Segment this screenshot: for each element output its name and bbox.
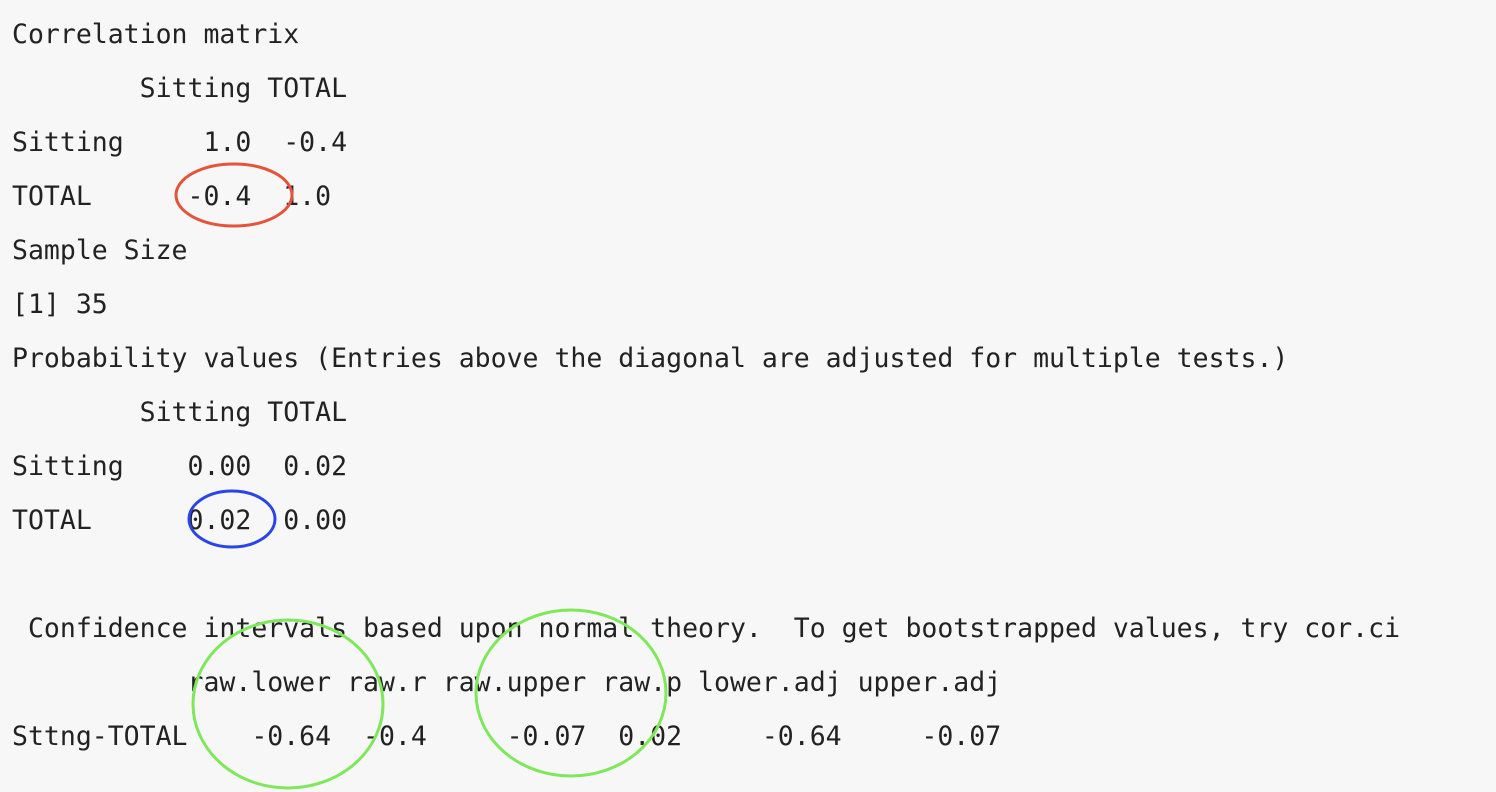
confidence-intervals-row: Sttng-TOTAL -0.64 -0.4 -0.07 0.02 -0.64 …: [12, 721, 1002, 752]
confidence-intervals-header: Confidence intervals based upon normal t…: [12, 613, 1401, 644]
r-console-output: Correlation matrix Sitting TOTAL Sitting…: [0, 0, 1496, 792]
correlation-matrix-header: Correlation matrix: [12, 19, 300, 50]
correlation-row-sitting: Sitting 1.0 -0.4: [12, 127, 348, 158]
probability-values-header: Probability values (Entries above the di…: [12, 343, 1289, 374]
sample-size-value: [1] 35: [12, 289, 108, 320]
probability-column-headers: Sitting TOTAL: [12, 397, 348, 428]
probability-row-total: TOTAL 0.02 0.00: [12, 505, 348, 536]
probability-row-sitting: Sitting 0.00 0.02: [12, 451, 348, 482]
sample-size-header: Sample Size: [12, 235, 188, 266]
correlation-column-headers: Sitting TOTAL: [12, 73, 348, 104]
confidence-intervals-column-headers: raw.lower raw.r raw.upper raw.p lower.ad…: [12, 667, 1002, 698]
correlation-row-total: TOTAL -0.4 1.0: [12, 181, 332, 212]
